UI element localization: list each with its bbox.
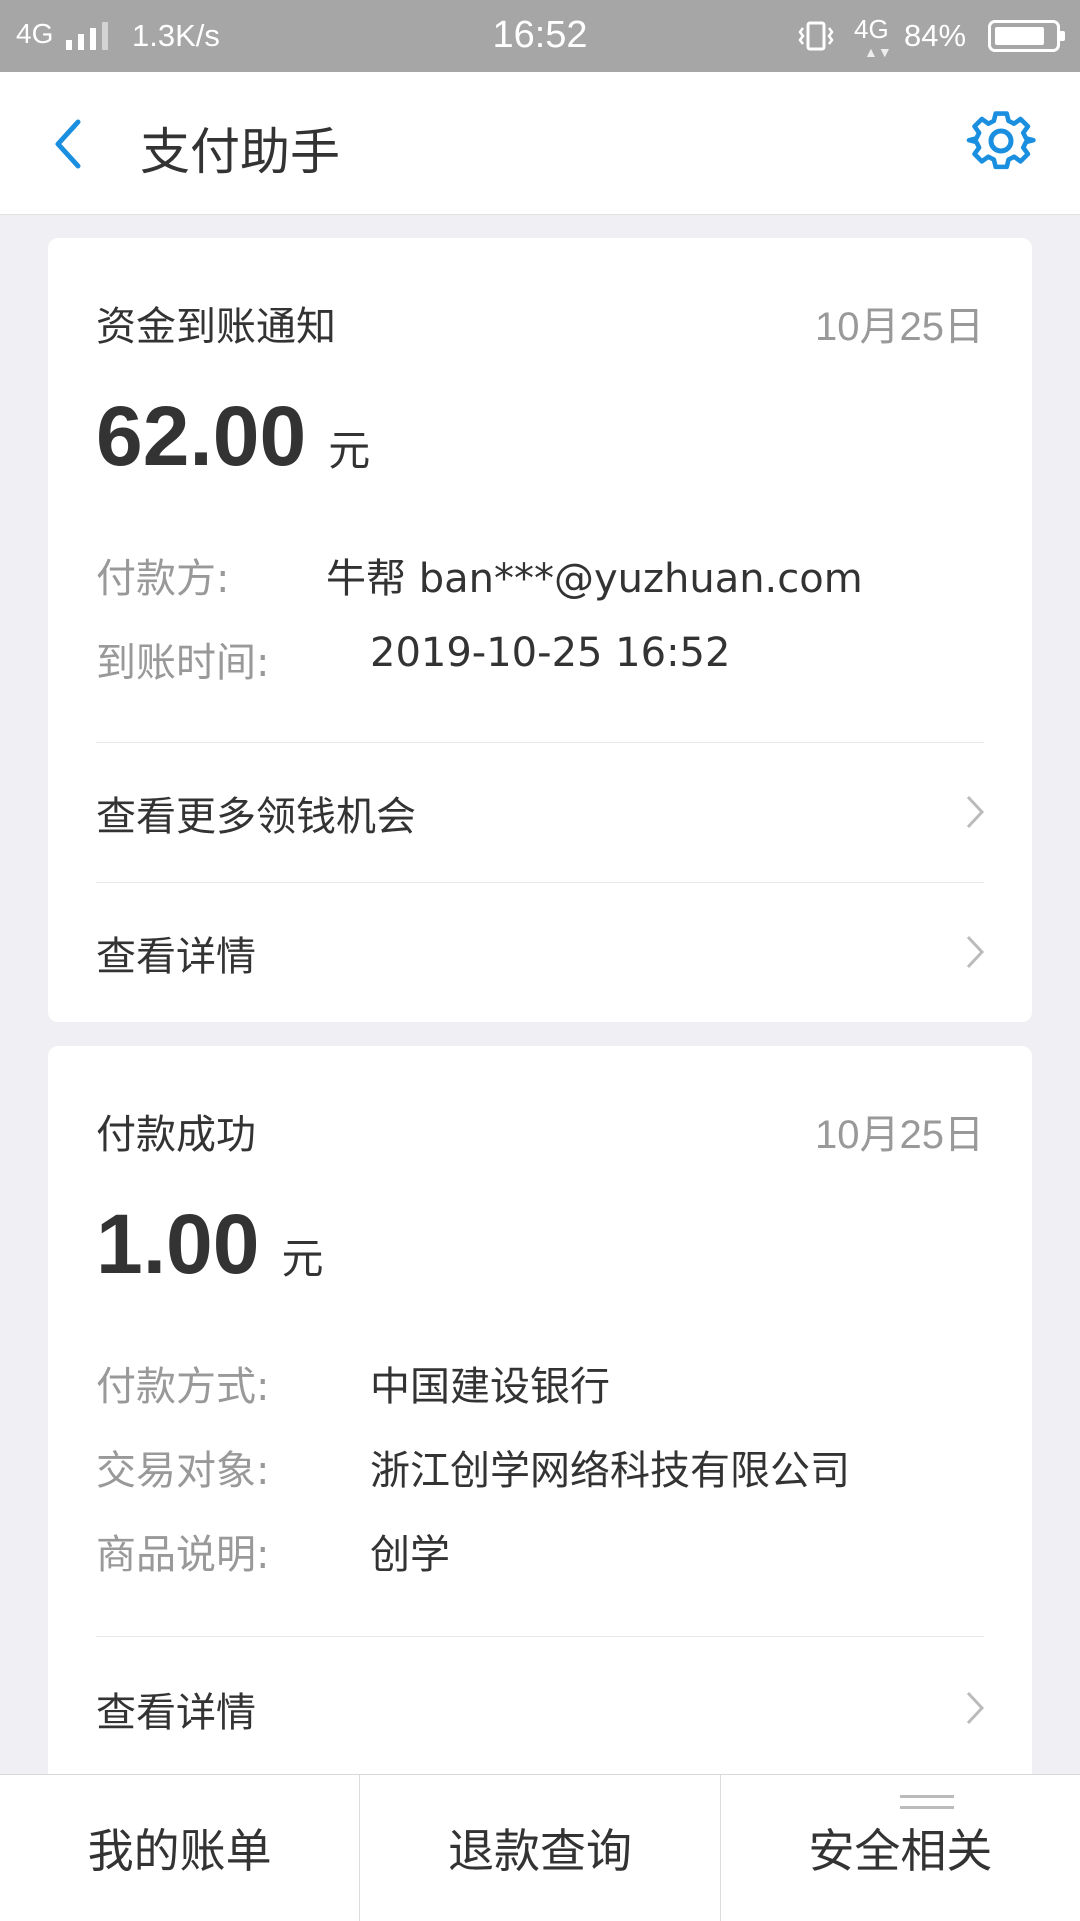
bottom-tab-bar: 我的账单 退款查询 安全相关 bbox=[0, 1774, 1080, 1921]
more-earnings-link[interactable]: 查看更多领钱机会 bbox=[96, 784, 416, 842]
chevron-right-icon bbox=[966, 935, 985, 969]
divider bbox=[96, 882, 984, 883]
chevron-right-icon bbox=[966, 1691, 985, 1725]
gear-icon[interactable] bbox=[966, 108, 1036, 178]
nav-bar: 支付助手 bbox=[0, 72, 1080, 215]
field-value: 浙江创学网络科技有限公司 bbox=[370, 1448, 850, 1494]
field-label: 到账时间: bbox=[96, 640, 270, 686]
card-type: 资金到账通知 bbox=[96, 304, 336, 350]
network-type-2: 4G bbox=[854, 14, 889, 44]
data-network-icon: 4G ▲▼ bbox=[854, 14, 892, 60]
field-label: 付款方: bbox=[96, 556, 230, 602]
menu-icon bbox=[900, 1795, 955, 1809]
status-bar: 4G 1.3K/s 16:52 4G ▲▼ 84% bbox=[0, 0, 1080, 72]
field-label: 交易对象: bbox=[96, 1448, 270, 1494]
amount: 62.00 元 bbox=[96, 388, 370, 485]
amount-unit: 元 bbox=[281, 1235, 324, 1282]
divider bbox=[96, 742, 984, 743]
payment-success-card: 付款成功 10月25日 1.00 元 付款方式: 中国建设银行 交易对象: 浙江创… bbox=[48, 1046, 1032, 1786]
field-value: 中国建设银行 bbox=[370, 1364, 610, 1410]
amount-value: 62.00 bbox=[96, 389, 307, 483]
tab-my-bill[interactable]: 我的账单 bbox=[0, 1775, 359, 1921]
field-value: 牛帮 ban***@yuzhuan.com bbox=[326, 556, 863, 602]
card-date: 10月25日 bbox=[815, 1113, 984, 1157]
amount: 1.00 元 bbox=[96, 1196, 324, 1293]
chevron-right-icon bbox=[966, 795, 985, 829]
battery-icon bbox=[988, 20, 1065, 52]
vibrate-icon bbox=[798, 21, 834, 51]
field-value: 2019-10-25 16:52 bbox=[370, 630, 731, 676]
divider bbox=[96, 1636, 984, 1637]
view-details-link[interactable]: 查看详情 bbox=[96, 1680, 256, 1738]
tab-security[interactable]: 安全相关 bbox=[719, 1775, 1080, 1921]
amount-unit: 元 bbox=[328, 427, 371, 474]
card-date: 10月25日 bbox=[815, 305, 984, 349]
page-title: 支付助手 bbox=[140, 123, 340, 181]
fund-arrival-card: 资金到账通知 10月25日 62.00 元 付款方: 牛帮 ban***@yuzh… bbox=[48, 238, 1032, 1022]
field-label: 付款方式: bbox=[96, 1364, 270, 1410]
field-value: 创学 bbox=[370, 1532, 450, 1578]
battery-percent: 84% bbox=[904, 18, 967, 53]
tab-refund-query[interactable]: 退款查询 bbox=[359, 1775, 719, 1921]
field-label: 商品说明: bbox=[96, 1532, 270, 1578]
back-icon[interactable] bbox=[48, 116, 88, 172]
view-details-link[interactable]: 查看详情 bbox=[96, 924, 256, 982]
amount-value: 1.00 bbox=[96, 1197, 260, 1291]
tab-security-label: 安全相关 bbox=[808, 1824, 993, 1878]
card-type: 付款成功 bbox=[96, 1112, 256, 1158]
battery-fill bbox=[995, 27, 1044, 45]
